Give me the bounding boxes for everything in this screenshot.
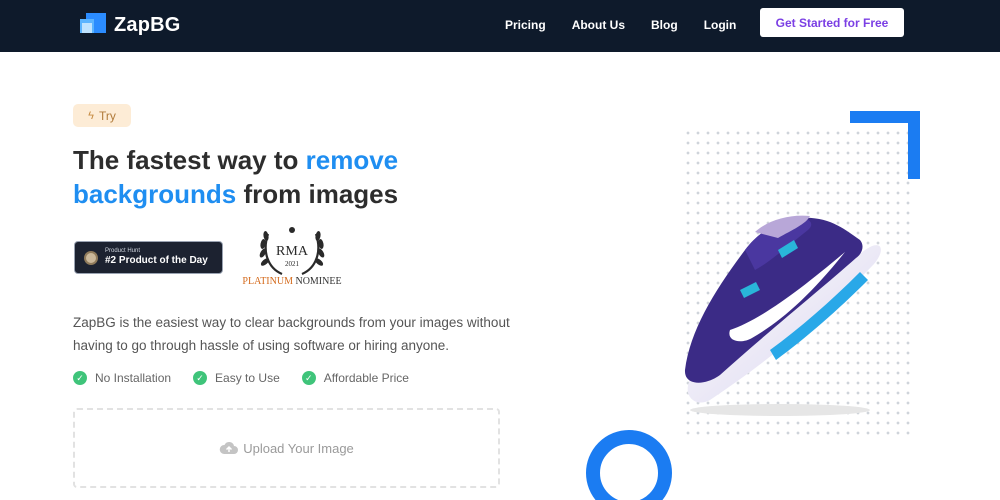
get-started-button[interactable]: Get Started for Free [760,8,904,37]
feature-item: ✓ Easy to Use [193,371,280,385]
logo[interactable]: ZapBG [80,13,181,37]
svg-text:RMA: RMA [276,244,309,259]
nav-links: Pricing About Us Blog Login [505,18,762,32]
nav-link-about-us[interactable]: About Us [572,18,625,32]
feature-list: ✓ No Installation ✓ Easy to Use ✓ Afford… [73,371,431,385]
logo-text: ZapBG [114,13,181,36]
headline-part2: from images [236,179,399,209]
try-badge: ϟ Try [73,104,131,127]
product-hunt-label: Product Hunt [105,248,141,254]
headline: The fastest way to remove backgrounds fr… [73,143,473,211]
award-platinum: PLATINUM [242,276,293,287]
try-badge-label: Try [98,108,116,123]
product-of-day-label: #2 Product of the Day [105,255,208,266]
check-circle-icon: ✓ [73,371,87,385]
headline-part1: The fastest way to [73,145,306,175]
top-nav: ZapBG Pricing About Us Blog Login Get St… [0,0,1000,52]
description: ZapBG is the easiest way to clear backgr… [73,315,510,353]
sneaker-image [684,215,881,416]
cloud-upload-icon [219,441,239,454]
feature-item: ✓ No Installation [73,371,171,385]
medal-icon [84,250,98,265]
nav-link-pricing[interactable]: Pricing [505,18,546,32]
headline-highlight-remove: remove [305,145,399,175]
corner-decoration [850,111,920,179]
award-label: PLATINUM NOMINEE [242,276,342,287]
rma-award-badge: RMA 2021 PLATINUM NOMINEE [242,222,342,290]
nav-link-blog[interactable]: Blog [651,18,678,32]
svg-text:2021: 2021 [285,260,300,268]
check-circle-icon: ✓ [301,371,316,385]
feature-item: ✓ Affordable Price [301,371,409,385]
upload-label: Upload Your Image [243,440,354,456]
lightning-icon: ϟ [88,109,94,122]
laurel-wreath-icon: RMA 2021 [259,227,325,276]
feature-label: Easy to Use [215,371,280,385]
feature-label: Affordable Price [323,371,409,385]
headline-highlight-backgrounds: backgrounds [73,179,237,209]
logo-icon [80,13,108,37]
award-nominee: NOMINEE [295,276,342,287]
upload-dropzone[interactable]: Upload Your Image [73,408,500,488]
feature-label: No Installation [95,371,172,385]
nav-link-login[interactable]: Login [704,18,737,32]
check-circle-icon: ✓ [193,371,208,385]
ring-decoration [586,430,672,500]
product-hunt-badge[interactable]: Product Hunt #2 Product of the Day [74,241,223,274]
